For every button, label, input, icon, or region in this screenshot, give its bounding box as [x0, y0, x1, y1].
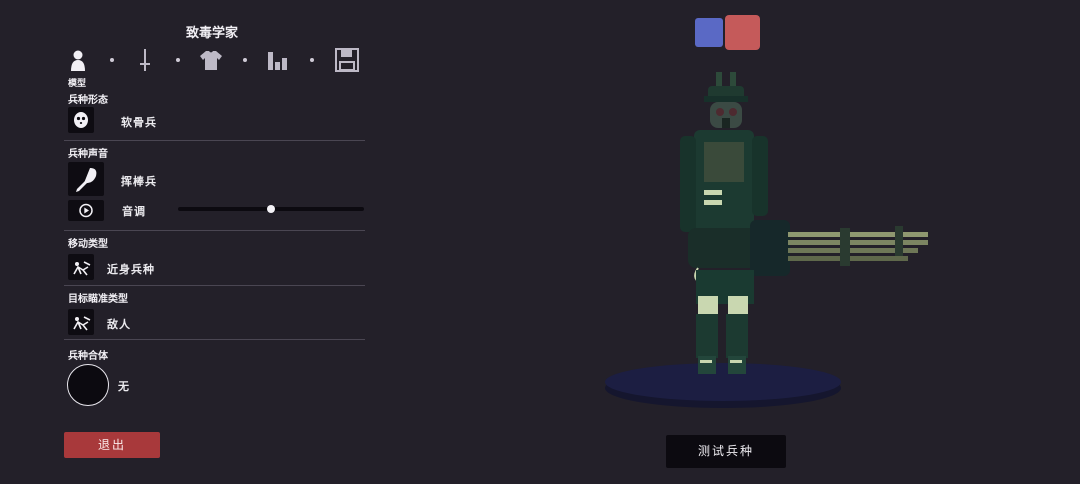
movement-label: 移动类型	[68, 239, 108, 250]
voice-label: 兵种声音	[68, 149, 108, 160]
save-icon[interactable]	[334, 47, 360, 73]
melee-figure-icon	[73, 261, 91, 276]
target-figure-icon	[73, 316, 91, 331]
tab-separator-dot	[110, 58, 114, 62]
form-selector[interactable]	[68, 107, 94, 133]
sword-icon[interactable]	[132, 47, 158, 73]
editor-tabs	[66, 47, 366, 75]
tab-separator-dot	[176, 58, 180, 62]
voice-value: 挥棒兵	[121, 175, 157, 188]
pitch-slider[interactable]	[178, 205, 364, 213]
pitch-label: 音调	[122, 205, 146, 218]
movement-value: 近身兵种	[107, 263, 155, 276]
targeting-selector[interactable]	[68, 309, 94, 335]
bar-chart-icon[interactable]	[266, 47, 292, 73]
tab-separator-dot	[310, 58, 314, 62]
targeting-label: 目标瞄准类型	[68, 294, 128, 305]
drumstick-icon	[76, 168, 97, 192]
test-unit-button[interactable]: 测试兵种	[666, 435, 786, 468]
tab-separator-dot	[243, 58, 247, 62]
fusion-selector[interactable]	[67, 364, 109, 406]
form-label: 兵种形态	[68, 95, 108, 106]
voice-selector[interactable]	[68, 162, 104, 196]
divider	[64, 230, 365, 231]
divider	[64, 339, 365, 340]
divider	[64, 140, 365, 141]
unit-preview-model[interactable]	[640, 60, 940, 390]
unit-name-title: 致毒学家	[185, 26, 238, 41]
ghost-face-icon	[74, 112, 88, 128]
targeting-value: 敌人	[107, 318, 131, 331]
team-blue-swatch[interactable]	[695, 18, 723, 47]
fusion-label: 兵种合体	[68, 351, 108, 362]
play-icon	[79, 203, 93, 218]
person-icon[interactable]	[66, 47, 92, 73]
movement-selector[interactable]	[68, 254, 94, 280]
pitch-slider-knob[interactable]	[267, 205, 275, 213]
team-red-swatch[interactable]	[725, 15, 760, 50]
form-value: 软骨兵	[121, 116, 157, 129]
divider	[64, 285, 365, 286]
shirt-icon[interactable]	[198, 47, 224, 73]
fusion-value: 无	[118, 380, 130, 393]
play-voice-button[interactable]	[68, 200, 104, 221]
active-tab-label: 模型	[68, 79, 87, 89]
exit-button[interactable]: 退出	[64, 432, 160, 458]
